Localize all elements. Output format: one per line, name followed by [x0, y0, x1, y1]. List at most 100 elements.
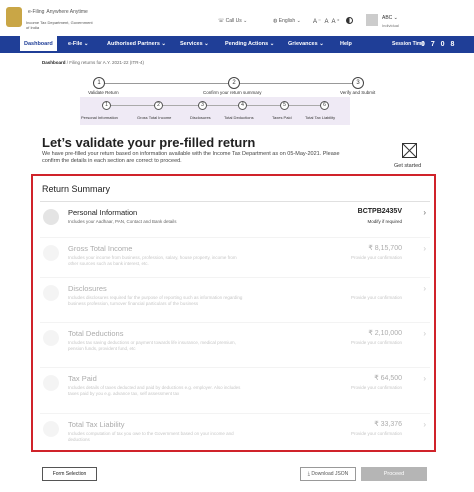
logo-title: e-Filing [28, 9, 45, 16]
get-started-label[interactable]: Get started [394, 163, 421, 169]
get-started-icon[interactable] [402, 143, 417, 158]
avatar[interactable] [366, 14, 378, 26]
nav-efile[interactable]: e-File ⌄ [68, 36, 89, 53]
top-header: e-Filing Anywhere Anytime Income Tax Depa… [0, 0, 474, 36]
chevron-right-icon[interactable]: › [423, 329, 426, 338]
row-status: Provide your confirmation [350, 431, 402, 436]
chevron-right-icon[interactable]: › [423, 244, 426, 253]
row-name: Total Tax Liability [68, 420, 125, 429]
session-time-label: Session Time [392, 41, 425, 47]
summary-row-tax-paid[interactable]: Tax Paid Includes details of taxes deduc… [40, 367, 430, 403]
nav-grievances[interactable]: Grievances ⌄ [288, 36, 324, 53]
session-time-value: 0 7 0 8 [421, 41, 457, 48]
nav-pending-actions[interactable]: Pending Actions ⌄ [225, 36, 274, 53]
step-1-label: Validate Return [88, 90, 119, 95]
contrast-icon[interactable] [346, 17, 353, 24]
summary-row-total-tax-liability[interactable]: Total Tax Liability Includes computation… [40, 413, 430, 449]
substep-5-label: Taxes Paid [272, 115, 292, 120]
row-status: Provide your confirmation [350, 295, 402, 300]
nav-services[interactable]: Services ⌄ [180, 36, 209, 53]
row-description: Includes computation of tax you owe to t… [68, 431, 234, 442]
chevron-down-icon: ⌄ [269, 41, 275, 47]
status-circle-icon [43, 421, 59, 437]
row-value: ₹ 33,376 [374, 421, 402, 428]
substep-1-circle: 1 [102, 101, 111, 110]
substep-line [106, 105, 328, 106]
breadcrumb-current: / Filing returns for A.Y. 2021-22 (ITR-4… [66, 60, 144, 65]
breadcrumb-home[interactable]: Dashboard [42, 60, 66, 65]
row-name: Personal Information [68, 208, 138, 217]
nav-efile-label: e-File [68, 41, 83, 47]
row-value: BCTPB2435V [357, 208, 402, 215]
summary-row-personal-information[interactable]: Personal Information Includes your Aadha… [40, 201, 430, 237]
substep-4-circle: 4 [238, 101, 247, 110]
nav-grievances-label: Grievances [288, 41, 318, 47]
user-name[interactable]: ABC ⌄ [382, 15, 398, 21]
row-name: Disclosures [68, 284, 107, 293]
substep-6-label: Total Tax Liability [305, 115, 336, 120]
row-value: ₹ 64,500 [374, 375, 402, 382]
summary-row-total-deductions[interactable]: Total Deductions Includes tax saving ded… [40, 322, 430, 358]
phone-icon: ☏ [218, 18, 226, 24]
page-description: We have pre-filled your return based on … [42, 151, 340, 164]
summary-row-disclosures[interactable]: Disclosures Includes disclosures require… [40, 277, 430, 313]
chevron-right-icon[interactable]: › [423, 420, 426, 429]
chevron-down-icon: ⌄ [296, 18, 301, 24]
chevron-down-icon: ⌄ [243, 18, 248, 24]
logo-tagline: Anywhere Anytime [46, 9, 88, 16]
status-circle-icon [43, 285, 59, 301]
row-description: Includes your Aadhaar, PAN, Contact and … [68, 219, 177, 224]
chevron-down-icon: ⌄ [319, 41, 324, 47]
return-summary-title: Return Summary [42, 184, 111, 194]
substep-1-label: Personal Information [81, 115, 118, 120]
form-selection-button[interactable]: Form Selection [42, 467, 97, 481]
row-status: Modify if required [367, 219, 402, 224]
status-circle-icon [43, 209, 59, 225]
status-circle-icon [43, 330, 59, 346]
status-circle-icon [43, 375, 59, 391]
substep-2-label: Gross Total Income [137, 115, 172, 120]
nav-dashboard[interactable]: Dashboard [20, 36, 57, 53]
chevron-down-icon: ⌄ [393, 15, 398, 21]
chevron-down-icon: ⌄ [161, 41, 167, 47]
substep-3-circle: 3 [198, 101, 207, 110]
row-description: Includes your income from business, prof… [68, 255, 237, 266]
row-value: ₹ 2,10,000 [368, 330, 402, 337]
substep-strip [80, 97, 350, 125]
call-us-link[interactable]: ☏ Call Us ⌄ [218, 18, 247, 24]
nav-services-label: Services [180, 41, 203, 47]
chevron-right-icon[interactable]: › [423, 374, 426, 383]
nav-authorised-partners[interactable]: Authorised Partners ⌄ [107, 36, 166, 53]
row-description: Includes tax saving deductions or paymen… [68, 340, 236, 351]
summary-row-gross-total-income[interactable]: Gross Total Income Includes your income … [40, 237, 430, 273]
language-select[interactable]: ◍ English ⌄ [273, 18, 301, 24]
chevron-right-icon[interactable]: › [423, 208, 426, 217]
step-3-label: Verify and Submit [340, 90, 376, 95]
download-json-label: Download JSON [311, 471, 349, 477]
step-1-circle: 1 [93, 77, 105, 89]
download-json-button[interactable]: ⤓ Download JSON [300, 467, 356, 481]
nav-pending-actions-label: Pending Actions [225, 41, 269, 47]
status-circle-icon [43, 245, 59, 261]
substep-2-circle: 2 [154, 101, 163, 110]
step-2-circle: 2 [228, 77, 240, 89]
breadcrumb: Dashboard / Filing returns for A.Y. 2021… [42, 60, 144, 65]
efiling-logo-title[interactable]: e-Filing Anywhere Anytime [26, 6, 88, 18]
substep-4-label: Total Deductions [224, 115, 254, 120]
language-label: English [278, 18, 296, 24]
substep-6-circle: 6 [320, 101, 329, 110]
row-value: ₹ 8,15,700 [368, 245, 402, 252]
nav-authorised-partners-label: Authorised Partners [107, 41, 160, 47]
user-type: Individual [382, 23, 399, 28]
proceed-button[interactable]: Proceed [361, 467, 427, 481]
chevron-right-icon[interactable]: › [423, 284, 426, 293]
call-us-label: Call Us [225, 18, 242, 24]
step-3-circle: 3 [352, 77, 364, 89]
main-nav: Dashboard e-File ⌄ Authorised Partners ⌄… [0, 36, 474, 53]
row-name: Gross Total Income [68, 244, 133, 253]
emblem-logo[interactable] [6, 7, 22, 27]
row-name: Total Deductions [68, 329, 124, 338]
font-size-controls[interactable]: A⁻ A A⁺ [313, 18, 341, 25]
row-description: Includes details of taxes deducted and p… [68, 385, 241, 396]
nav-help[interactable]: Help [340, 36, 352, 53]
